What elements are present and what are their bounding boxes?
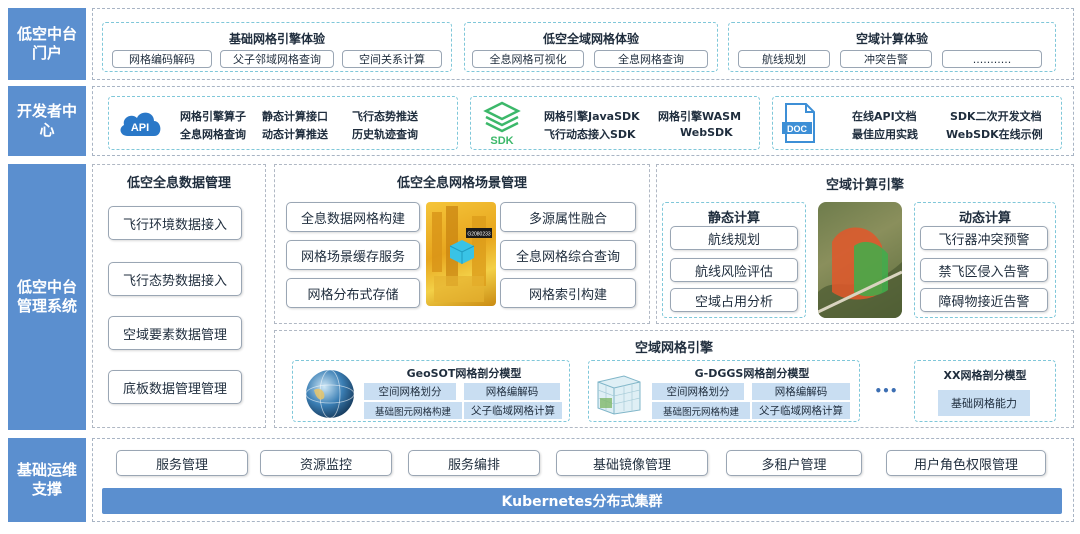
static-compute-item[interactable]: 航线规划 [670,226,798,250]
scene-item[interactable]: 全息数据网格构建 [286,202,420,232]
data-mgmt-item[interactable]: 空域要素数据管理 [108,316,242,350]
airspace-terrain-image [818,202,902,318]
scene-item[interactable]: 全息网格综合查询 [500,240,636,270]
globe-icon [305,369,355,419]
gdggs-cell: 网格编解码 [752,383,850,400]
portal-group-basic-title: 基础网格引擎体验 [228,32,325,46]
data-mgmt-title: 低空全息数据管理 [126,176,231,191]
geosot-cell: 网格编解码 [464,383,560,400]
sdk-item: 飞行动态接入SDK [544,128,636,141]
grid-cube-icon [597,375,641,415]
portal-group-compute-title: 空域计算体验 [855,32,928,46]
portal-item[interactable]: 全息网格可视化 [472,50,584,68]
data-mgmt-item[interactable]: 飞行环境数据接入 [108,206,242,240]
ops-item[interactable]: 资源监控 [260,450,392,476]
scene-item[interactable]: 多源属性融合 [500,202,636,232]
dynamic-compute-item[interactable]: 禁飞区侵入告警 [920,258,1048,282]
geosot-cell: 父子临域网格计算 [464,402,562,419]
geosot-cell: 空间网格划分 [364,383,456,400]
doc-file-icon: DOC [782,103,815,143]
row-label-ops: 基础运维支撑 [8,438,86,522]
portal-item[interactable]: 航线规划 [738,50,830,68]
api-cloud-icon: API [120,112,161,136]
sdk-layers-icon: SDK [483,101,521,146]
portal-group-global-title: 低空全域网格体验 [542,32,639,46]
sdk-item: 网格引擎JavaSDK [544,110,640,123]
geosot-cell: 基础图元网格构建 [364,402,462,419]
gdggs-cell: 父子临域网格计算 [752,402,850,419]
data-mgmt-item[interactable]: 底板数据管理管理 [108,370,242,404]
ops-item[interactable]: 多租户管理 [726,450,862,476]
portal-item[interactable]: 全息网格查询 [594,50,708,68]
row-label-dev: 开发者中心 [8,86,86,156]
dynamic-compute-item[interactable]: 飞行器冲突预警 [920,226,1048,250]
portal-item[interactable]: 网格编码解码 [112,50,212,68]
api-item: 飞行态势推送 [352,110,418,123]
city-grid-scene-image: G2080233 [426,202,496,306]
portal-item[interactable]: ........... [942,50,1042,68]
dynamic-compute-item[interactable]: 障碍物接近告警 [920,288,1048,312]
ops-item[interactable]: 服务管理 [116,450,248,476]
doc-item: SDK二次开发文档 [950,110,1042,123]
ops-item[interactable]: 服务编排 [408,450,540,476]
gdggs-cell: 空间网格划分 [652,383,744,400]
scene-item[interactable]: 网格索引构建 [500,278,636,308]
scene-item[interactable]: 网格分布式存储 [286,278,420,308]
geosot-model-title: GeoSOT网格剖分模型 [406,367,522,380]
api-icon-label: API [131,122,149,134]
kubernetes-cluster-bar: Kubernetes分布式集群 [102,488,1062,514]
row-label-portal: 低空中台门户 [8,8,86,80]
api-item: 历史轨迹查询 [352,128,418,141]
portal-item[interactable]: 空间关系计算 [342,50,442,68]
scene-item[interactable]: 网格场景缓存服务 [286,240,420,270]
more-models-dots: ••• [874,384,898,398]
ops-item[interactable]: 用户角色权限管理 [886,450,1046,476]
sdk-item: 网格引擎WASM [658,110,742,123]
grid-engine-title: 空域网格引擎 [634,341,713,356]
xx-cell: 基础网格能力 [938,390,1030,416]
api-item: 动态计算推送 [262,128,328,141]
gdggs-cell: 基础图元网格构建 [652,402,750,419]
api-item: 网格引擎算子 [180,110,246,123]
dynamic-compute-title: 动态计算 [958,211,1011,226]
xx-model-title: XX网格剖分模型 [943,369,1027,382]
scene-mgmt-title: 低空全息网格场景管理 [396,176,527,191]
api-item: 静态计算接口 [262,110,328,123]
static-compute-item[interactable]: 空域占用分析 [670,288,798,312]
doc-item: 最佳应用实践 [852,128,918,141]
ops-item[interactable]: 基础镜像管理 [556,450,708,476]
data-mgmt-item[interactable]: 飞行态势数据接入 [108,262,242,296]
api-item: 全息网格查询 [180,128,246,141]
doc-item: WebSDK在线示例 [946,128,1043,141]
sdk-icon-label: SDK [490,135,513,146]
portal-item[interactable]: 冲突告警 [840,50,932,68]
doc-item: 在线API文档 [852,110,917,123]
sdk-item: WebSDK [680,126,733,139]
static-compute-title: 静态计算 [707,211,760,226]
doc-icon-label: DOC [787,124,808,134]
static-compute-item[interactable]: 航线风险评估 [670,258,798,282]
gdggs-model-title: G-DGGS网格剖分模型 [694,367,810,380]
row-label-mgmt: 低空中台管理系统 [8,164,86,430]
scene-image-tag: G2080233 [467,232,491,238]
compute-engine-title: 空域计算引擎 [825,178,904,193]
portal-item[interactable]: 父子邻域网格查询 [220,50,334,68]
